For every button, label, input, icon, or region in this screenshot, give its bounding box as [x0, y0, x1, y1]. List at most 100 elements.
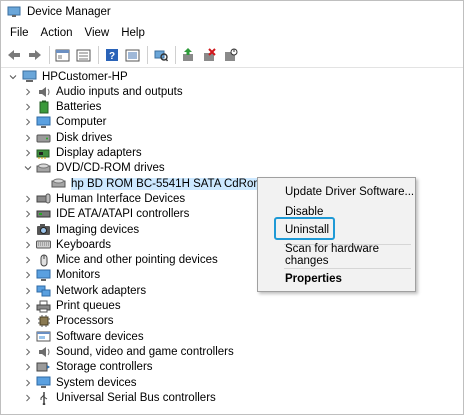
computer-root-icon [22, 70, 37, 84]
tree-item-label: HPCustomer-HP [42, 70, 128, 83]
chevron-right-icon[interactable] [24, 333, 32, 341]
tree-category-item[interactable]: IDE ATA/ATAPI controllers [26, 207, 189, 222]
tree-category-item[interactable]: Human Interface Devices [26, 191, 186, 206]
tree-category-item[interactable]: Software devices [26, 329, 144, 344]
network-adapter-icon [36, 284, 51, 298]
tree-category-item[interactable]: Computer [26, 115, 107, 130]
tree-item-label: Human Interface Devices [56, 192, 186, 205]
title-bar: Device Manager [1, 1, 463, 23]
system-devices-icon [36, 376, 51, 390]
tree-item-label: Computer [56, 116, 107, 129]
tree-category-item[interactable]: Processors [26, 314, 114, 329]
chevron-right-icon[interactable] [24, 394, 32, 402]
tree-item-label: Display adapters [56, 147, 142, 159]
tree-item-label: DVD/CD-ROM drives [56, 162, 165, 175]
menu-bar: File Action View Help [1, 23, 463, 43]
chevron-right-icon[interactable] [24, 379, 32, 387]
tree-category-item[interactable]: Universal Serial Bus controllers [26, 390, 216, 405]
tree-category-item[interactable]: Monitors [26, 268, 100, 283]
dvd-drive-icon [36, 161, 51, 175]
tree-item-label: Imaging devices [56, 223, 140, 236]
context-properties-label: Properties [285, 273, 342, 285]
tree-category-item[interactable]: Print queues [26, 299, 121, 314]
chevron-right-icon[interactable] [24, 88, 32, 96]
scan-icon[interactable] [152, 47, 169, 64]
context-scan-hardware-label: Scan for hardware changes [285, 243, 379, 267]
tree-category-item[interactable]: Audio inputs and outputs [26, 84, 183, 99]
chevron-right-icon[interactable] [24, 241, 32, 249]
menu-action[interactable]: Action [36, 27, 78, 39]
keyboard-icon [36, 238, 51, 252]
chevron-right-icon[interactable] [24, 317, 32, 325]
menu-file[interactable]: File [5, 27, 34, 39]
toolbar-separator [49, 46, 50, 64]
context-properties[interactable]: Properties [258, 270, 415, 288]
context-separator [284, 268, 411, 269]
tree-category-item[interactable]: Sound, video and game controllers [26, 344, 234, 359]
device-manager-app-icon [7, 6, 21, 18]
forward-icon[interactable] [26, 47, 43, 64]
tree-device-item[interactable]: hp BD ROM BC-5541H SATA CdRom Dev [51, 176, 291, 191]
context-scan-hardware[interactable]: Scan for hardware changes [258, 243, 415, 267]
tree-category-item[interactable]: Imaging devices [26, 222, 140, 237]
chevron-right-icon[interactable] [24, 195, 32, 203]
tree-category-item[interactable]: System devices [26, 375, 137, 390]
tree-category-item[interactable]: DVD/CD-ROM drives [24, 161, 165, 176]
chevron-right-icon[interactable] [24, 271, 32, 279]
speaker-icon [36, 85, 51, 99]
disable-device-icon[interactable] [222, 47, 239, 64]
chevron-down-icon[interactable] [9, 73, 17, 81]
tree-category-item[interactable]: Network adapters [26, 283, 146, 298]
chevron-down-icon[interactable] [24, 164, 32, 172]
toolbar: ? [1, 43, 463, 68]
usb-icon [36, 391, 51, 405]
uninstall-device-icon[interactable] [201, 47, 218, 64]
properties-window-icon[interactable] [54, 47, 71, 64]
software-device-icon [36, 330, 51, 344]
chevron-right-icon[interactable] [24, 118, 32, 126]
tree-category-item[interactable]: Display adapters [26, 146, 142, 161]
chevron-right-icon[interactable] [24, 134, 32, 142]
context-update-driver[interactable]: Update Driver Software... [258, 183, 415, 201]
tree-category-item[interactable]: Disk drives [26, 130, 113, 145]
tree-item-label: Keyboards [56, 238, 111, 251]
chevron-right-icon[interactable] [24, 348, 32, 356]
display-adapter-icon [36, 146, 51, 160]
tree-category-item[interactable]: Batteries [26, 100, 101, 115]
menu-help[interactable]: Help [116, 27, 150, 39]
help-icon[interactable]: ? [103, 47, 120, 64]
chevron-right-icon[interactable] [24, 302, 32, 310]
context-update-driver-label: Update Driver Software... [285, 186, 415, 198]
tree-category-item[interactable]: Keyboards [26, 237, 111, 252]
tree-category-item[interactable]: Mice and other pointing devices [26, 253, 218, 268]
monitor-icon [36, 115, 51, 129]
device-manager-window: Device Manager File Action View Help ? H… [0, 0, 464, 415]
chevron-right-icon[interactable] [24, 149, 32, 157]
chevron-right-icon[interactable] [24, 256, 32, 264]
tree-root[interactable]: HPCustomer-HP [9, 69, 128, 84]
tree-item-label: Software devices [56, 330, 144, 343]
back-icon[interactable] [5, 47, 22, 64]
battery-icon [36, 100, 51, 114]
show-hide-icon[interactable] [124, 47, 141, 64]
device-list-icon[interactable] [75, 47, 92, 64]
tree-item-label: Disk drives [56, 131, 113, 144]
chevron-right-icon[interactable] [24, 103, 32, 111]
chevron-right-icon[interactable] [24, 287, 32, 295]
monitor-icon [36, 268, 51, 282]
disk-drive-icon [36, 131, 51, 145]
tree-item-label: System devices [56, 376, 137, 389]
update-driver-icon[interactable] [180, 47, 197, 64]
storage-controller-icon [36, 360, 51, 374]
tree-category-item[interactable]: Storage controllers [26, 360, 153, 375]
svg-text:?: ? [108, 51, 114, 62]
menu-view[interactable]: View [80, 27, 115, 39]
camera-icon [36, 223, 51, 237]
chevron-right-icon[interactable] [24, 226, 32, 234]
chevron-right-icon[interactable] [24, 363, 32, 371]
chevron-right-icon[interactable] [24, 210, 32, 218]
tree-item-label: Sound, video and game controllers [56, 345, 234, 358]
toolbar-separator [98, 46, 99, 64]
hid-icon [36, 192, 51, 206]
tree-item-label: Processors [56, 315, 114, 328]
